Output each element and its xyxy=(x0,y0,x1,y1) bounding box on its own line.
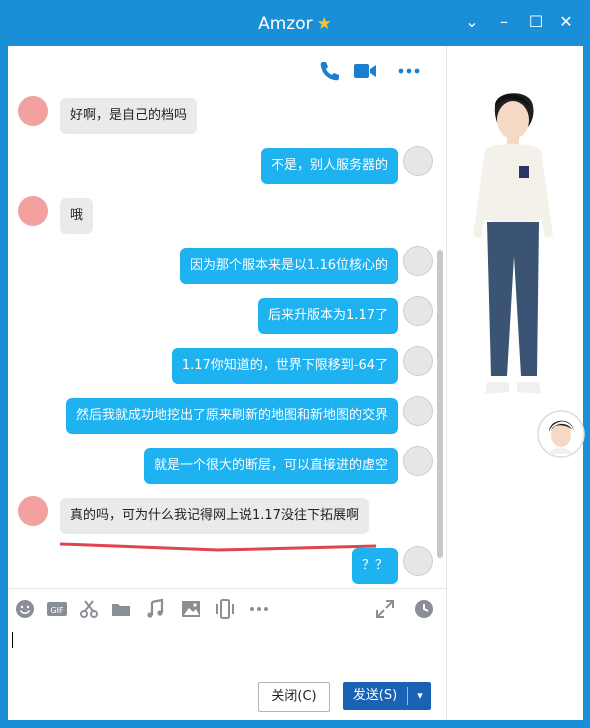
message-bubble[interactable]: 真的吗，可为什么我记得网上说1.17没往下拓展啊 xyxy=(60,498,369,534)
gif-icon[interactable]: GIF xyxy=(46,598,68,620)
send-dropdown-chevron-icon[interactable]: ▾ xyxy=(411,682,429,710)
contact-show-panel xyxy=(446,46,585,720)
chat-panel: 好啊，是自己的档吗 不是，别人服务器的 哦 因为那个服本来是以1.16位核心的 … xyxy=(8,46,446,588)
character-figure-image xyxy=(473,93,553,394)
message-bubble[interactable]: ？？ xyxy=(351,548,398,584)
avatar[interactable] xyxy=(403,296,433,326)
close-window-button[interactable]: ✕ xyxy=(556,12,576,32)
folder-icon[interactable] xyxy=(110,598,132,620)
star-icon: ★ xyxy=(316,14,332,34)
send-button-label: 发送(S) xyxy=(352,688,398,703)
chevron-down-icon[interactable]: ⌄ xyxy=(462,12,482,32)
avatar[interactable] xyxy=(403,546,433,576)
shake-icon[interactable] xyxy=(214,598,236,620)
text-caret xyxy=(12,632,13,648)
message-bubble[interactable]: 好啊，是自己的档吗 xyxy=(60,98,198,134)
history-icon[interactable] xyxy=(413,598,435,620)
expand-icon[interactable] xyxy=(374,598,396,620)
avatar[interactable] xyxy=(403,446,433,476)
send-button[interactable]: 发送(S) ▾ xyxy=(343,682,431,710)
button-divider xyxy=(407,687,408,705)
avatar[interactable] xyxy=(403,146,433,176)
more-icon[interactable] xyxy=(248,598,270,620)
image-icon[interactable] xyxy=(180,598,202,620)
input-toolbar: GIF xyxy=(8,594,446,624)
svg-text:GIF: GIF xyxy=(50,606,64,615)
title-bar: Amzor ★ ⌄ – ☐ ✕ xyxy=(0,0,590,46)
contact-name: Amzor xyxy=(258,14,313,34)
message-bubble[interactable]: 就是一个很大的断层，可以直接进的虚空 xyxy=(143,448,398,484)
music-icon[interactable] xyxy=(144,598,166,620)
message-bubble[interactable]: 1.17你知道的，世界下限移到-64了 xyxy=(171,348,398,384)
maximize-button[interactable]: ☐ xyxy=(526,12,546,32)
scissors-icon[interactable] xyxy=(78,598,100,620)
avatar[interactable] xyxy=(18,496,48,526)
chat-scrollbar[interactable] xyxy=(436,90,444,582)
red-underline-annotation xyxy=(59,542,377,552)
chat-window: Amzor ★ ⌄ – ☐ ✕ 好啊，是自己的档吗 不是，别人服务器的 哦 因为… xyxy=(0,0,590,728)
divider xyxy=(8,588,446,589)
avatar[interactable] xyxy=(403,246,433,276)
avatar[interactable] xyxy=(18,96,48,126)
message-bubble[interactable]: 后来升版本为1.17了 xyxy=(258,298,398,334)
avatar[interactable] xyxy=(403,396,433,426)
emoji-icon[interactable] xyxy=(14,598,36,620)
message-bubble[interactable]: 哦 xyxy=(60,198,94,234)
minimize-button[interactable]: – xyxy=(494,12,514,32)
message-bubble[interactable]: 不是，别人服务器的 xyxy=(260,148,398,184)
avatar[interactable] xyxy=(403,346,433,376)
video-icon[interactable] xyxy=(352,58,378,84)
more-icon[interactable] xyxy=(396,58,422,84)
message-bubble[interactable]: 因为那个服本来是以1.16位核心的 xyxy=(180,248,398,284)
message-input[interactable]: 关闭(C) 发送(S) ▾ xyxy=(8,626,446,720)
phone-icon[interactable] xyxy=(316,58,342,84)
avatar[interactable] xyxy=(18,196,48,226)
small-avatar-image[interactable] xyxy=(537,410,585,458)
close-button[interactable]: 关闭(C) xyxy=(258,682,330,712)
window-content: 好啊，是自己的档吗 不是，别人服务器的 哦 因为那个服本来是以1.16位核心的 … xyxy=(8,46,585,720)
scrollbar-thumb[interactable] xyxy=(437,250,443,558)
message-bubble[interactable]: 然后我就成功地挖出了原来刷新的地图和新地图的交界 xyxy=(65,398,398,434)
